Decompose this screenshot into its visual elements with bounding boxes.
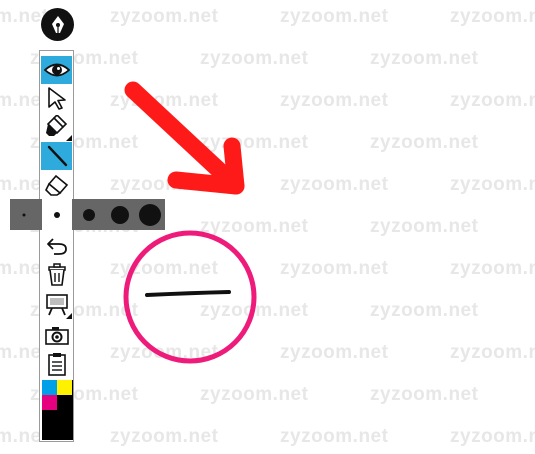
undo-tool[interactable]: [41, 232, 72, 260]
clear-tool[interactable]: [41, 261, 72, 289]
brush-size-selector: [10, 199, 165, 230]
color-swatch-black[interactable]: [57, 395, 72, 410]
undo-icon: [46, 238, 67, 255]
color-swatch-yellow[interactable]: [57, 380, 72, 395]
pen-nib-icon[interactable]: [41, 8, 74, 41]
eye-icon: [43, 63, 70, 77]
color-palette: [42, 380, 73, 440]
clipboard-icon: [47, 353, 66, 376]
brush-size-2-option[interactable]: [54, 211, 60, 218]
brush-size-4-option[interactable]: [111, 205, 129, 224]
color-swatch-cyan[interactable]: [42, 380, 57, 395]
screenshot-tool[interactable]: [41, 321, 72, 349]
submenu-indicator: [66, 313, 72, 319]
eraser-tool[interactable]: [41, 171, 72, 199]
whiteboard-tool[interactable]: [41, 291, 72, 319]
cursor-arrow-icon: [47, 87, 66, 110]
pen-tool[interactable]: [41, 142, 72, 170]
highlighter-tool[interactable]: [41, 113, 72, 141]
select-tool[interactable]: [41, 84, 72, 112]
brush-size-1-option[interactable]: [22, 213, 26, 216]
clipboard-tool[interactable]: [41, 350, 72, 378]
color-swatch-magenta[interactable]: [42, 395, 57, 410]
eraser-icon: [44, 174, 68, 196]
pen-line-icon: [47, 145, 67, 167]
highlighter-icon: [45, 115, 67, 136]
trash-icon: [47, 263, 66, 286]
view-tool[interactable]: [41, 56, 72, 84]
pink-circle-annotation: [123, 230, 257, 364]
red-arrow-annotation: [124, 81, 245, 195]
black-line-annotation: [145, 290, 231, 297]
submenu-indicator: [66, 135, 72, 141]
brush-size-3-option[interactable]: [83, 208, 95, 221]
easel-icon: [45, 294, 68, 316]
camera-icon: [44, 327, 69, 345]
brush-size-5-option[interactable]: [139, 203, 161, 226]
